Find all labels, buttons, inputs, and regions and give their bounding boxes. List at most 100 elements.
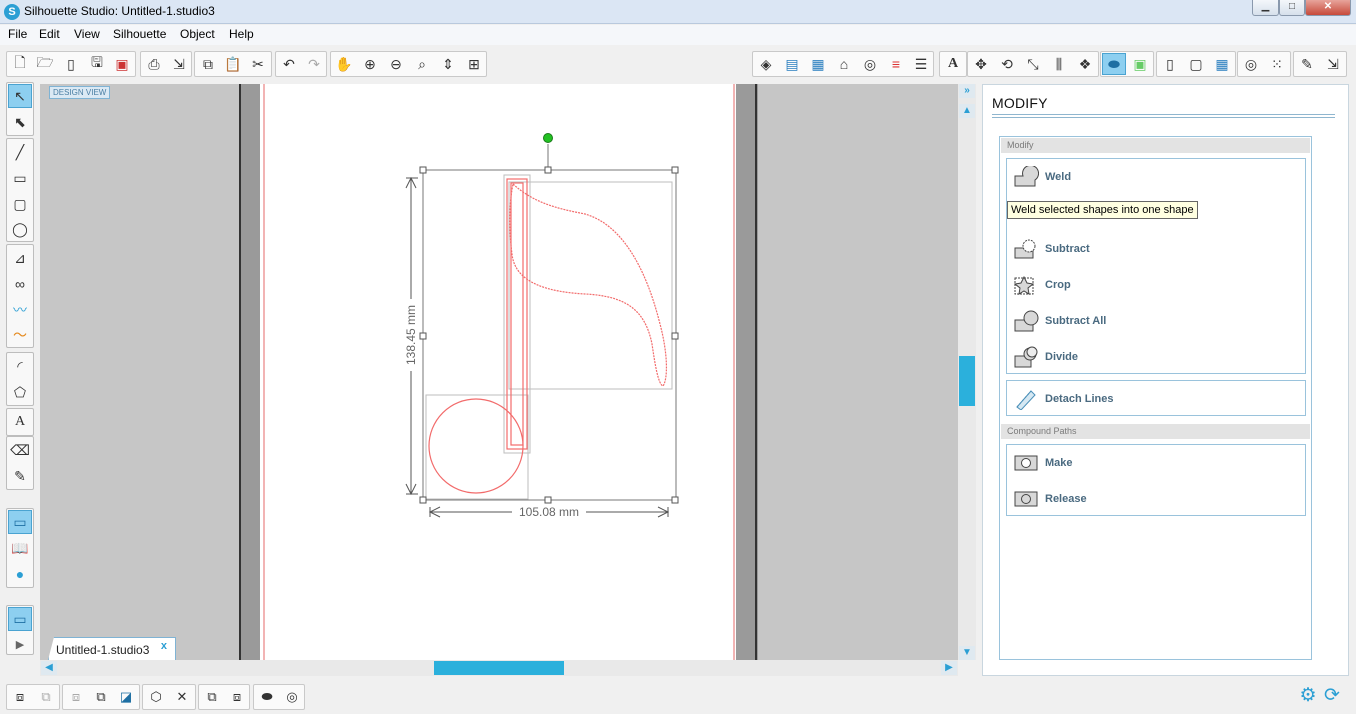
curve-icon[interactable]: ∞ [8,272,32,296]
ungroup-icon[interactable]: ⧉ [34,686,58,708]
divide-button[interactable]: Divide [1013,344,1078,370]
arc-icon[interactable]: ◜ [8,354,32,378]
crop-button[interactable]: Crop [1013,272,1071,298]
polygon-icon[interactable]: ⊿ [8,246,32,270]
align-icon[interactable]: ⫼ [1047,53,1071,75]
freehand-icon[interactable]: 〰 [8,298,32,322]
horizontal-scrollbar[interactable]: ◀ ▶ [40,660,958,676]
print-icon[interactable]: ⎙ [142,53,166,75]
save-to-library-icon[interactable]: ▣ [110,53,134,75]
deselect-icon[interactable]: ✕ [170,686,194,708]
offset-quick-icon[interactable]: ◎ [280,686,304,708]
ellipse-icon[interactable]: ◯ [8,217,32,241]
vertical-scroll-thumb[interactable] [959,356,975,406]
settings-gear-icon[interactable]: ⚙ [1297,685,1319,707]
select-all-icon[interactable]: ⬡ [144,686,168,708]
maximize-button[interactable]: □ [1279,0,1305,16]
scroll-down-icon[interactable]: ▼ [959,646,975,660]
undo-icon[interactable]: ↶ [277,53,301,75]
paste-icon[interactable]: 📋 [221,53,245,75]
cut-icon[interactable]: ✂ [246,53,270,75]
menu-silhouette[interactable]: Silhouette [113,27,166,41]
design-view-icon[interactable]: ▭ [8,510,32,534]
bring-forward-icon[interactable]: ⧉ [200,686,224,708]
scroll-right-icon[interactable]: ▶ [941,661,957,675]
play-icon[interactable]: ▶ [8,632,32,656]
line-style-2-icon[interactable]: ≡ [884,53,908,75]
replicate-icon[interactable]: ❖ [1073,53,1097,75]
zoom-fit-icon[interactable]: ⇕ [436,53,460,75]
close-button[interactable]: ✕ [1305,0,1351,16]
rectangle-icon[interactable]: ▭ [8,166,32,190]
pixscan-icon[interactable]: ⁙ [1265,53,1289,75]
copy-icon[interactable]: ⧉ [196,53,220,75]
text-style-icon[interactable]: A [941,53,965,75]
transform-icon[interactable]: ✥ [969,53,993,75]
weld-quick-icon[interactable]: ⬬ [255,686,279,708]
page-view-icon[interactable]: ▭ [8,607,32,631]
menu-object[interactable]: Object [180,27,215,41]
scale-icon[interactable]: ⤡ [1021,53,1045,75]
page-setup-icon[interactable]: ▢ [1184,53,1208,75]
zoom-select-icon[interactable]: ⌕ [410,53,434,75]
send-backward-icon[interactable]: ⧈ [225,686,249,708]
pan-icon[interactable]: ✋ [332,53,356,75]
menu-help[interactable]: Help [229,27,254,41]
line-color-icon[interactable]: ⌂ [832,53,856,75]
scroll-up-icon[interactable]: ▲ [959,104,975,118]
trace-icon[interactable]: ▯ [1158,53,1182,75]
line-options-icon[interactable]: ☰ [909,53,933,75]
zoom-in-icon[interactable]: ⊕ [358,53,382,75]
fill-color-icon[interactable]: ◈ [754,53,778,75]
open-file-icon[interactable]: 🗁 [33,53,57,75]
edit-points-icon[interactable]: ⬉ [8,110,32,134]
release-compound-button[interactable]: Release [1013,486,1087,512]
document-tab[interactable]: Untitled-1.studio3 x [48,637,176,660]
release-compound-quick-icon[interactable]: ⧉ [89,686,113,708]
line-style-icon[interactable]: ◎ [858,53,882,75]
rotate-icon[interactable]: ⟲ [995,53,1019,75]
line-icon[interactable]: ╱ [8,140,32,164]
panel-expand-icon[interactable]: » [959,84,975,98]
group-icon[interactable]: ⧈ [8,686,32,708]
text-icon[interactable]: A [8,410,32,434]
menu-view[interactable]: View [74,27,100,41]
detach-lines-button[interactable]: Detach Lines [1013,386,1113,412]
select-icon[interactable]: ↖ [8,84,32,108]
zoom-out-icon[interactable]: ⊖ [384,53,408,75]
make-compound-quick-icon[interactable]: ⧈ [64,686,88,708]
online-store-icon[interactable]: ● [8,562,32,586]
fill-gradient-icon[interactable]: ▤ [780,53,804,75]
open-library-icon[interactable]: ▯ [59,53,83,75]
rounded-rectangle-icon[interactable]: ▢ [8,192,32,216]
send-icon[interactable]: ⇲ [1321,53,1345,75]
knife-icon[interactable]: ✎ [8,464,32,488]
close-tab-icon[interactable]: x [161,640,167,652]
menu-file[interactable]: File [8,27,27,41]
subtract-button[interactable]: Subtract [1013,236,1090,262]
smooth-freehand-icon[interactable]: 〜 [8,323,32,347]
fit-to-page-icon[interactable]: ⊞ [462,53,486,75]
weld-button[interactable]: Weld [1013,164,1071,190]
subtract-all-button[interactable]: Subtract All [1013,308,1106,334]
redo-icon[interactable]: ↷ [302,53,326,75]
bring-to-front-icon[interactable]: ◪ [114,686,138,708]
sync-icon[interactable]: ⟳ [1321,685,1343,707]
save-icon[interactable]: 🖫 [85,53,109,75]
fill-pattern-icon[interactable]: ▦ [806,53,830,75]
eraser-icon[interactable]: ⌫ [8,438,32,462]
design-canvas[interactable]: DESIGN VIEW 105.08 mm 138.45 mm [40,84,958,660]
new-file-icon[interactable]: 🗋 [8,53,32,75]
send-to-silhouette-icon[interactable]: ⇲ [167,53,191,75]
minimize-button[interactable]: ▁ [1252,0,1279,16]
horizontal-scroll-thumb[interactable] [434,661,564,675]
vertical-scrollbar[interactable]: » ▲ ▼ [958,84,976,660]
modify-icon[interactable]: ⬬ [1102,53,1126,75]
make-compound-button[interactable]: Make [1013,450,1073,476]
scroll-left-icon[interactable]: ◀ [41,661,57,675]
store-icon[interactable]: ✎ [1295,53,1319,75]
regular-polygon-icon[interactable]: ⬠ [8,380,32,404]
offset-icon[interactable]: ▣ [1128,53,1152,75]
cut-settings-icon[interactable]: ◎ [1239,53,1263,75]
registration-marks-icon[interactable]: ▦ [1210,53,1234,75]
